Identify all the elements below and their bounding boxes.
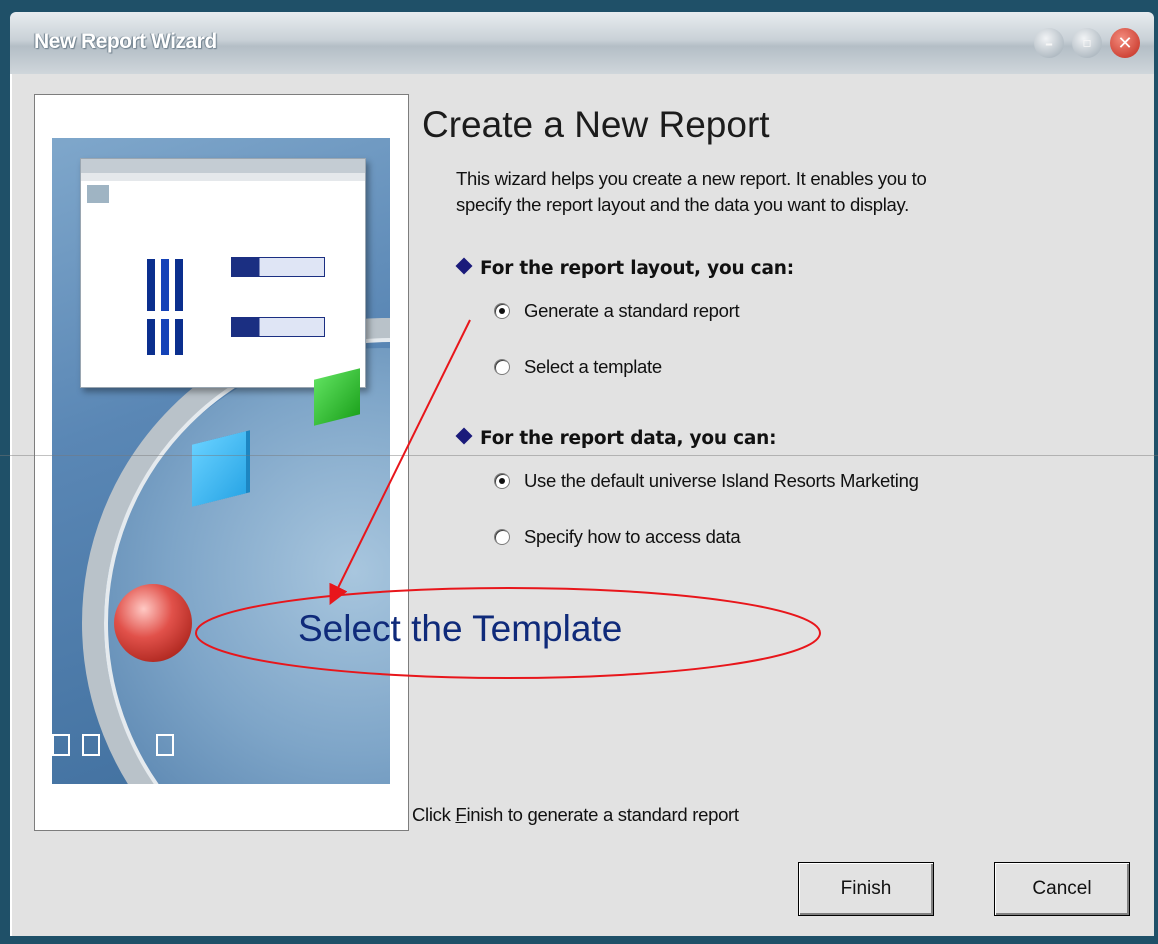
radio-select-template[interactable]: Select a template <box>494 356 662 378</box>
radio-label: Generate a standard report <box>524 300 740 321</box>
intro-line: specify the report layout and the data y… <box>456 194 909 215</box>
layout-section-label: For the report layout, you can: <box>480 258 794 279</box>
intro-line: This wizard helps you create a new repor… <box>456 168 927 189</box>
preview-toolbar <box>81 173 365 181</box>
intro-text: This wizard helps you create a new repor… <box>456 166 1096 218</box>
layout-section-heading: For the report layout, you can: <box>455 257 794 279</box>
radio-specify-data-access[interactable]: Specify how to access data <box>494 526 741 548</box>
status-prefix: Click <box>412 804 456 825</box>
close-button[interactable]: ✕ <box>1110 28 1140 58</box>
square-outline-graphic <box>82 734 100 756</box>
radio-selected-icon[interactable] <box>494 303 510 319</box>
preview-titlebar <box>81 159 365 173</box>
radio-label: Select a template <box>524 356 662 377</box>
diamond-bullet-icon <box>455 257 473 275</box>
radio-default-universe[interactable]: Use the default universe Island Resorts … <box>494 470 919 492</box>
annotation-label: Select the Template <box>298 608 623 649</box>
preview-table <box>231 257 325 277</box>
radio-generate-standard-report[interactable]: Generate a standard report <box>494 300 740 322</box>
radio-label: Specify how to access data <box>524 526 741 547</box>
minimize-button[interactable]: – <box>1034 28 1064 58</box>
page-title: Create a New Report <box>422 104 770 145</box>
report-preview-graphic <box>80 158 366 388</box>
maximize-button[interactable]: ▫ <box>1072 28 1102 58</box>
square-outline-graphic <box>156 734 174 756</box>
preview-table <box>231 317 325 337</box>
status-text: Click Finish to generate a standard repo… <box>412 804 739 826</box>
title-bar[interactable]: New Report Wizard – ▫ ✕ <box>10 12 1154 74</box>
radio-unselected-icon[interactable] <box>494 529 510 545</box>
red-sphere-graphic <box>114 584 192 662</box>
wizard-window: New Report Wizard – ▫ ✕ Create a New Rep… <box>0 0 1158 944</box>
preview-icon <box>87 185 109 203</box>
diamond-bullet-icon <box>455 427 473 445</box>
radio-unselected-icon[interactable] <box>494 359 510 375</box>
data-section-heading: For the report data, you can: <box>455 427 777 449</box>
wizard-illustration <box>52 138 390 784</box>
preview-bar-chart <box>147 319 187 355</box>
finish-button[interactable]: Finish <box>798 862 934 916</box>
square-outline-graphic <box>52 734 70 756</box>
status-mnemonic: F <box>455 804 467 825</box>
window-title: New Report Wizard <box>34 30 217 53</box>
radio-selected-icon[interactable] <box>494 473 510 489</box>
data-section-label: For the report data, you can: <box>480 428 777 449</box>
preview-bar-chart <box>147 259 187 311</box>
status-rest: inish to generate a standard report <box>466 804 739 825</box>
slide-divider-line <box>0 455 1158 456</box>
cancel-button[interactable]: Cancel <box>994 862 1130 916</box>
radio-label: Use the default universe Island Resorts … <box>524 470 919 491</box>
